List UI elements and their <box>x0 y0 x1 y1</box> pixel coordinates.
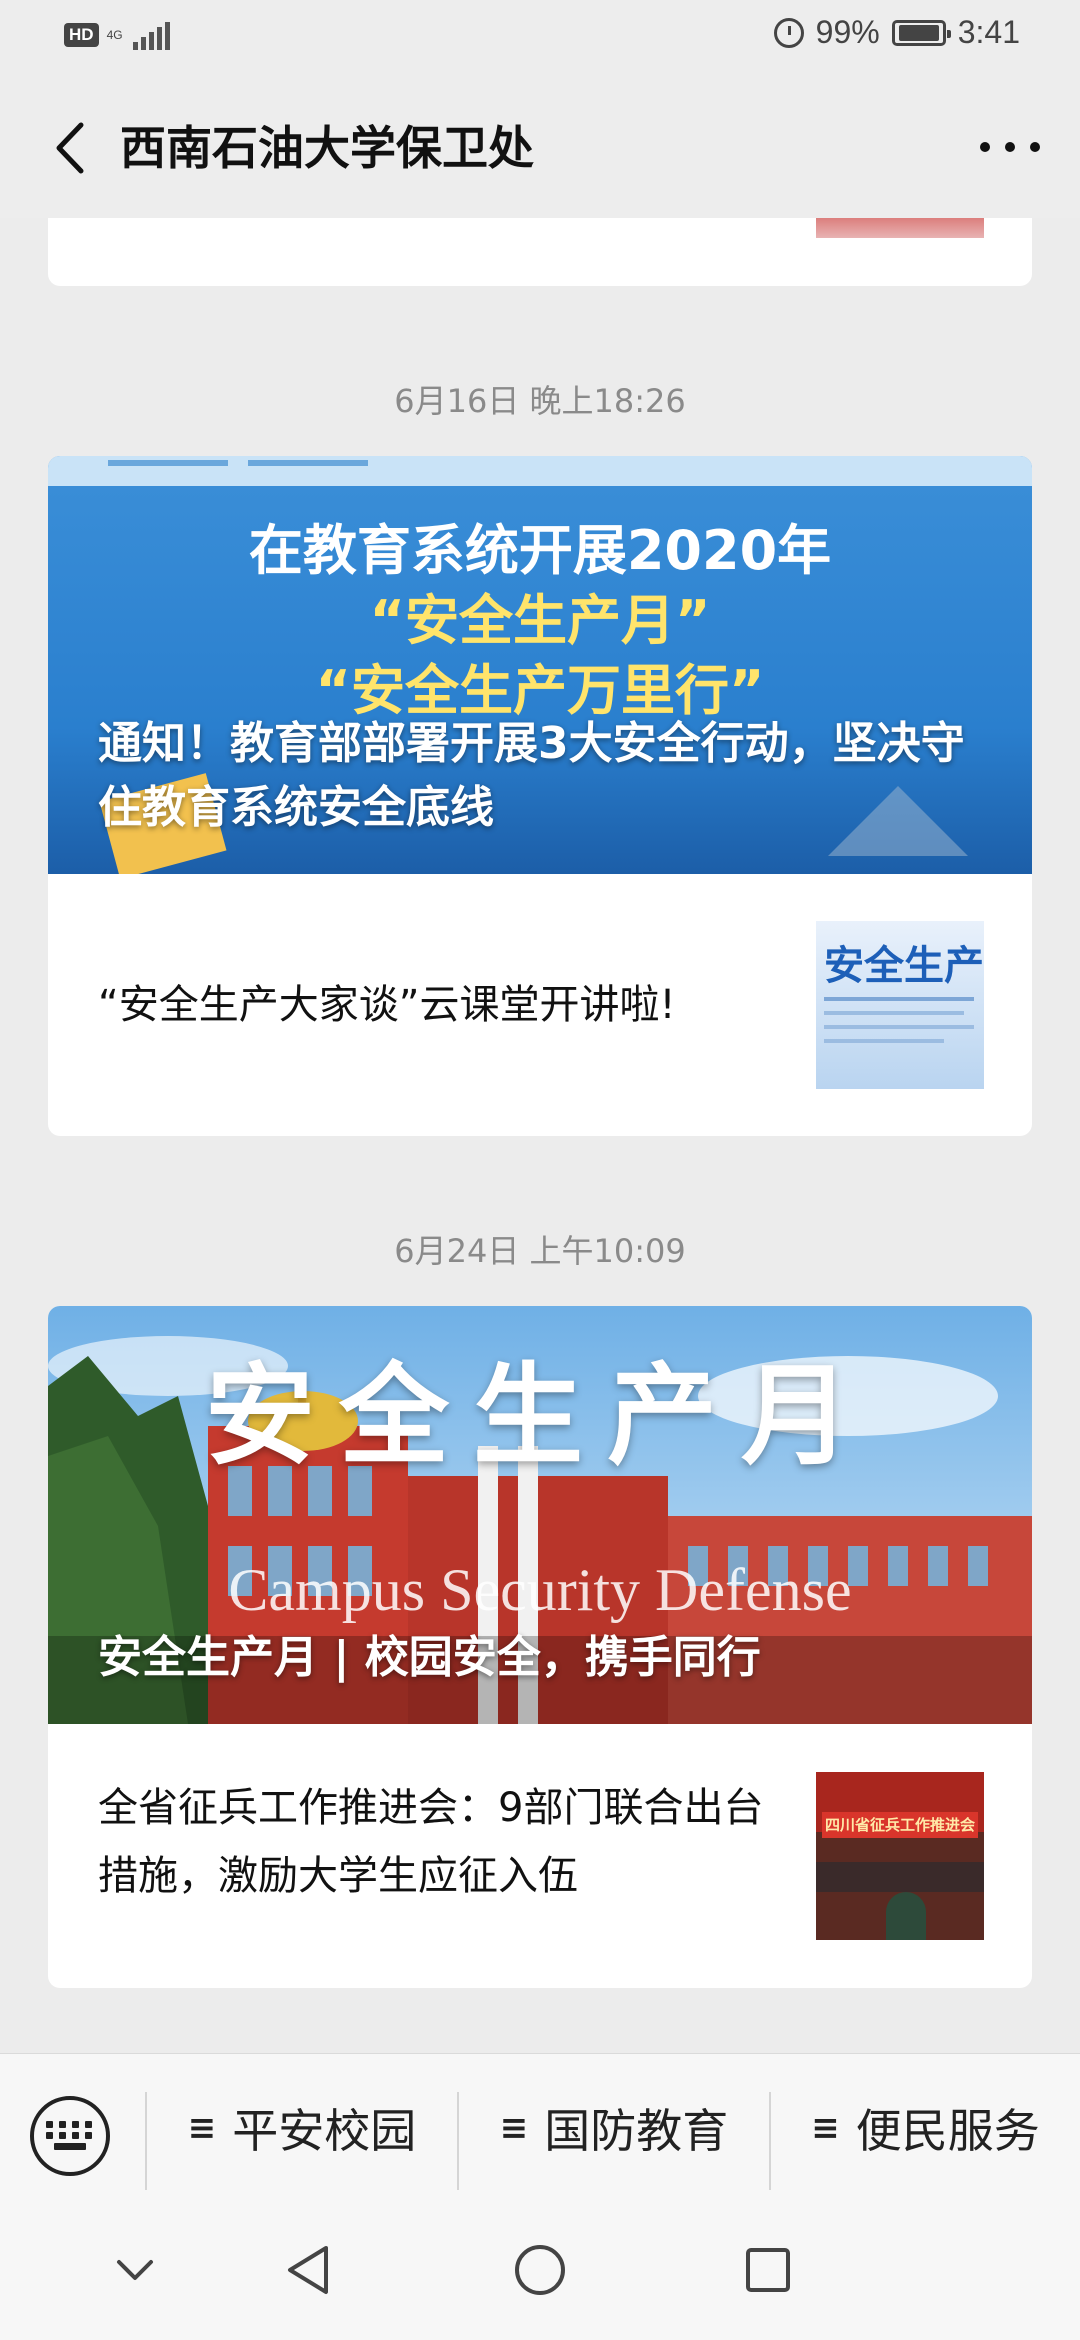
lead-article[interactable]: 安全生产月 Campus Security Defense 安全生产月 | 校园… <box>48 1306 1032 1724</box>
menu-item-convenience-services[interactable]: ≡ 便民服务 <box>771 2054 1080 2201</box>
title-bar: 西南石油大学保卫处 <box>0 72 1080 218</box>
menu-icon: ≡ <box>187 2107 217 2148</box>
battery-percent: 99% <box>815 14 880 50</box>
home-circle-icon <box>515 2245 565 2295</box>
article-card: 安全生产月 Campus Security Defense 安全生产月 | 校园… <box>48 1306 1032 1988</box>
article-thumbnail: 四川省征兵工作推进会 <box>816 1772 984 1940</box>
lead-article-title: 通知！教育部部署开展3大安全行动，坚决守住教育系统安全底线 <box>98 718 965 833</box>
banner-headline: 安全生产月 <box>205 1351 875 1480</box>
keyboard-icon <box>46 2121 94 2151</box>
thumbnail-text: 四川省征兵工作推进会 <box>822 1812 978 1838</box>
keyboard-toggle-button[interactable] <box>30 2096 110 2176</box>
article-thumbnail: 安全生产 <box>816 921 984 1089</box>
recents-square-icon <box>746 2248 790 2292</box>
article-card: 在教育系统开展2020年 “安全生产月” “安全生产万里行” 通知！教育部部署开… <box>48 456 1032 1136</box>
menu-item-label: 便民服务 <box>855 2103 1040 2158</box>
official-account-menu: ≡ 平安校园 ≡ 国防教育 ≡ 便民服务 <box>0 2053 1080 2201</box>
menu-icon: ≡ <box>811 2107 840 2148</box>
back-button[interactable] <box>40 118 100 178</box>
status-bar: HD 4G 99% 3:41 <box>0 0 1080 72</box>
article-title: “安全生产大家谈”云课堂开讲啦! <box>98 982 676 1028</box>
menu-item-defense-education[interactable]: ≡ 国防教育 <box>459 2054 769 2201</box>
signal-icon <box>132 20 170 50</box>
chevron-down-icon <box>117 2260 153 2280</box>
alarm-icon <box>773 17 804 48</box>
nav-back-button[interactable] <box>248 2200 368 2340</box>
article-thumbnail <box>816 218 984 238</box>
nav-home-button[interactable] <box>480 2200 600 2340</box>
banner-headline: 在教育系统开展2020年 <box>248 519 832 582</box>
page-title: 西南石油大学保卫处 <box>120 121 534 175</box>
message-date: 6月16日 晚上18:26 <box>394 382 686 420</box>
hd-indicator: HD <box>64 23 99 47</box>
network-type: 4G <box>106 28 123 42</box>
article-list-item[interactable]: 全省征兵工作推进会：9部门联合出台措施，激励大学生应征入伍 四川省征兵工作推进会 <box>48 1724 1032 1988</box>
banner-subheadline: Campus Security Defense <box>228 1557 852 1623</box>
thumbnail-text: 安全生产 <box>824 943 984 989</box>
lead-article[interactable]: 在教育系统开展2020年 “安全生产月” “安全生产万里行” 通知！教育部部署开… <box>48 456 1032 879</box>
message-feed[interactable]: 6月16日 晚上18:26 在教育系统开展2020年 “安全生产月” “安全生产… <box>0 218 1080 2053</box>
more-icon <box>980 142 990 152</box>
more-button[interactable] <box>970 122 1050 172</box>
menu-item-safe-campus[interactable]: ≡ 平安校园 <box>147 2054 457 2201</box>
lead-article-title: 安全生产月 | 校园安全，携手同行 <box>98 1632 761 1683</box>
hide-keyboard-button[interactable] <box>75 2200 195 2340</box>
previous-article-card[interactable] <box>48 218 1032 286</box>
battery-icon <box>891 19 951 46</box>
nav-recents-button[interactable] <box>708 2200 828 2340</box>
back-triangle-icon <box>288 2246 328 2294</box>
menu-item-label: 平安校园 <box>232 2103 417 2158</box>
clock: 3:41 <box>957 14 1020 50</box>
article-title: 全省征兵工作推进会：9部门联合出台措施，激励大学生应征入伍 <box>98 1785 764 1899</box>
system-navigation-bar <box>0 2200 1080 2340</box>
message-date: 6月24日 上午10:09 <box>394 1232 686 1270</box>
banner-subheadline: “安全生产月” <box>369 589 711 652</box>
menu-item-label: 国防教育 <box>544 2103 729 2158</box>
menu-icon: ≡ <box>499 2107 529 2148</box>
article-list-item[interactable]: “安全生产大家谈”云课堂开讲啦! 安全生产 <box>48 874 1032 1136</box>
chevron-left-icon <box>56 122 84 174</box>
